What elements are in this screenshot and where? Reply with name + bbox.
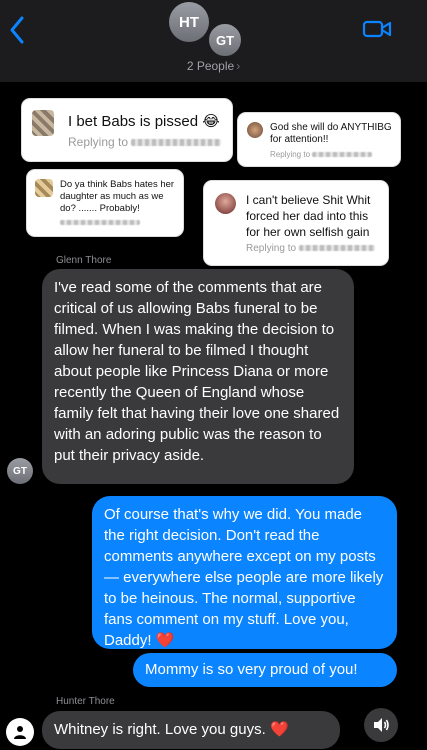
sender-name: Glenn Thore [56,255,112,266]
heart-emoji: ❤️ [269,721,289,738]
comment-card: I can't believe Shit Whit forced her dad… [204,181,388,265]
conversation-header: HT GT 2 People › [0,0,427,82]
commenter-avatar [32,110,54,136]
commenter-avatar [215,193,236,214]
commenter-avatar [35,179,53,197]
message-bubble-incoming[interactable]: Whitney is right. Love you guys. ❤️ [42,711,340,749]
reply-label: Replying to [246,243,375,254]
sender-name: Hunter Thore [56,696,115,707]
message-text: Of course that's why we did. You made th… [104,506,384,649]
reply-label [60,220,140,225]
person-icon[interactable] [6,718,34,746]
message-bubble-outgoing[interactable]: Of course that's why we did. You made th… [92,496,397,649]
comment-text: God she will do ANYTHIBG for attention!! [270,122,392,145]
message-text: Whitney is right. Love you guys. [54,721,266,738]
reply-label: Replying to [68,135,222,149]
video-camera-icon[interactable] [362,18,392,40]
commenter-avatar [247,122,263,138]
speaker-icon[interactable] [364,708,398,742]
comment-text: I bet Babs is pissed 😂 [68,113,220,130]
sender-avatar[interactable]: GT [7,458,33,484]
people-count-label: 2 People [186,59,235,73]
people-count-link[interactable]: 2 People › [0,59,427,73]
back-chevron-icon[interactable] [6,14,30,46]
chevron-right-icon: › [236,59,241,73]
comment-card: I bet Babs is pissed 😂 Replying to [22,99,232,161]
avatar-ht[interactable]: HT [169,2,209,42]
comment-card: God she will do ANYTHIBG for attention!!… [238,113,400,166]
comment-text: Do ya think Babs hates her daughter as m… [60,179,175,214]
comment-card: Do ya think Babs hates her daughter as m… [27,170,183,236]
message-bubble-incoming[interactable]: I've read some of the comments that are … [42,269,354,484]
avatar-gt[interactable]: GT [207,22,243,58]
comment-text: I can't believe Shit Whit forced her dad… [246,193,371,239]
message-bubble-outgoing[interactable]: Mommy is so very proud of you! [133,653,397,687]
heart-emoji: ❤️ [155,632,175,649]
reply-label: Replying to [270,150,373,159]
